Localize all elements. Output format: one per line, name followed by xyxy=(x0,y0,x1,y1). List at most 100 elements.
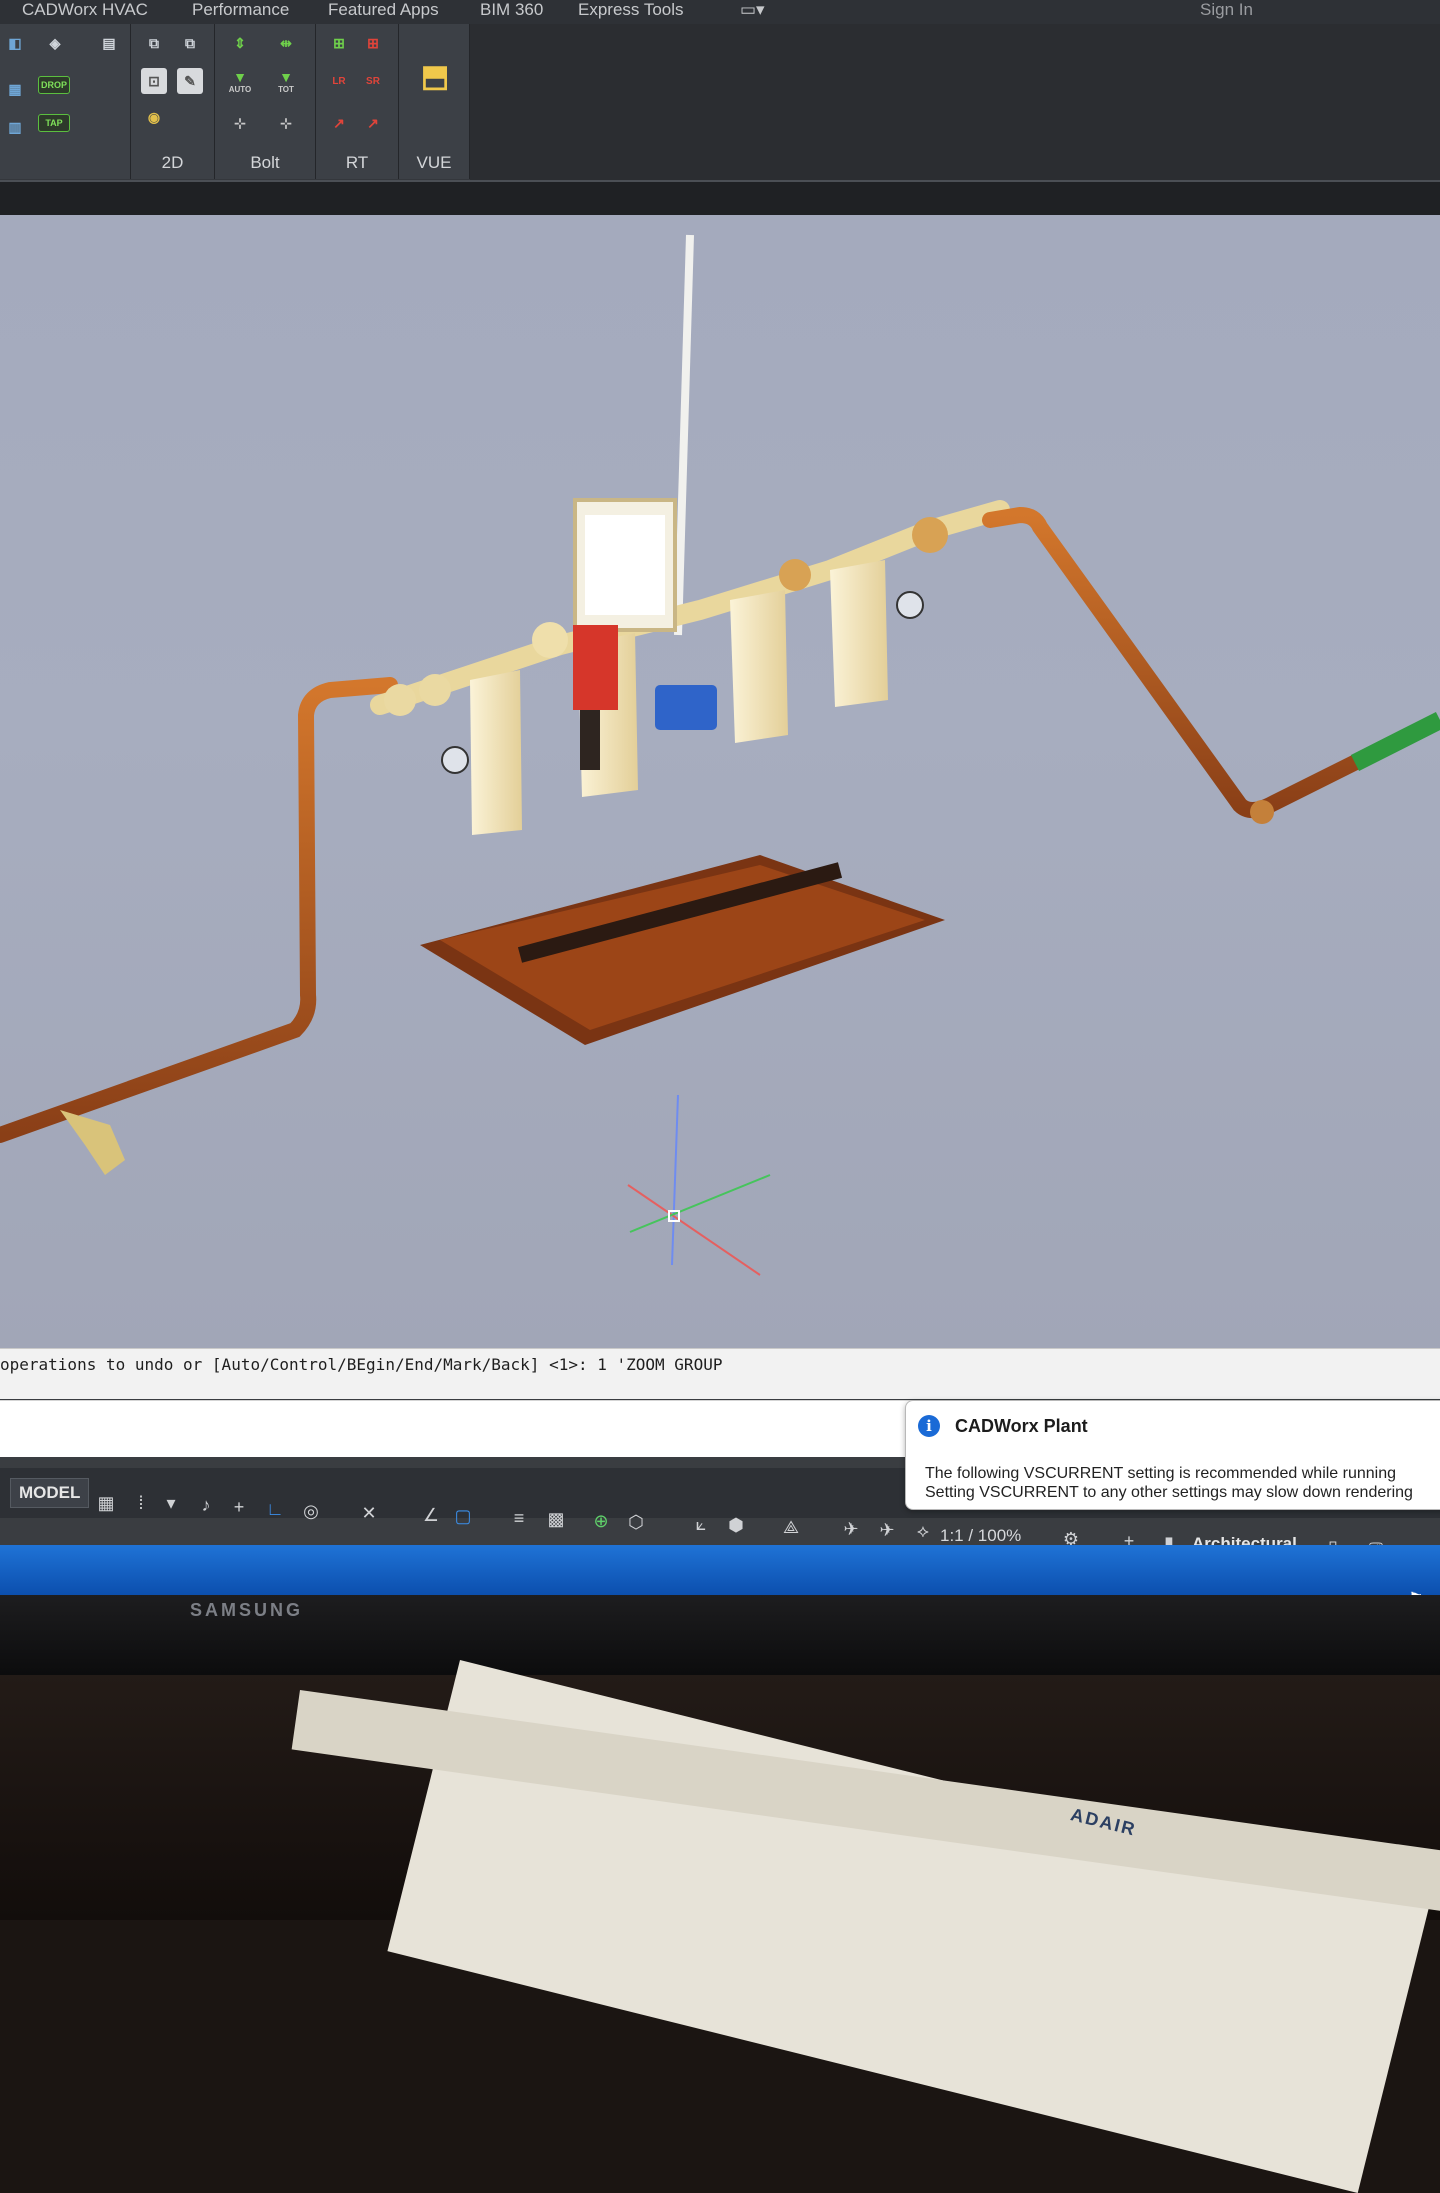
tot-button[interactable]: ▼ TOT xyxy=(273,68,299,94)
point-cloud-scene xyxy=(0,234,1440,1276)
tool-icon[interactable]: ◉ xyxy=(141,104,167,130)
annotation-scale[interactable]: 1:1 / 100% xyxy=(940,1526,1021,1546)
3d-osnap-icon[interactable]: ⬡ xyxy=(625,1511,647,1533)
tot-label: TOT xyxy=(278,84,294,94)
valve xyxy=(779,559,811,591)
taskbar xyxy=(0,1545,1440,1595)
tool-icon[interactable]: ⧉ xyxy=(177,30,203,56)
tab-bim-360[interactable]: BIM 360 xyxy=(480,0,543,20)
tool-icon[interactable]: ✎ xyxy=(177,68,203,94)
monitor-brand: SAMSUNG xyxy=(190,1600,304,1620)
otrack-icon[interactable]: ▢ xyxy=(452,1505,474,1527)
meter-panel xyxy=(470,670,522,835)
dropdown-icon[interactable]: ▾ xyxy=(160,1492,182,1514)
green-pipe xyxy=(1350,711,1440,772)
annotation-monitor-icon[interactable]: ⟁ xyxy=(780,1516,802,1538)
panel-title-vue: VUE xyxy=(416,153,452,172)
annotation-scale-icon[interactable]: ⟡ xyxy=(912,1520,934,1542)
left-pipe xyxy=(0,677,398,1143)
info-icon: i xyxy=(918,1415,940,1437)
notification-line-1: The following VSCURRENT setting is recom… xyxy=(925,1465,1397,1482)
tool-icon[interactable]: ⇹ xyxy=(273,30,299,56)
annotation-visibility-icon[interactable]: ✈ xyxy=(840,1518,862,1540)
meter-panel xyxy=(830,560,888,707)
panel-title-bolt: Bolt xyxy=(250,153,280,172)
ortho-icon[interactable]: ∟ xyxy=(264,1498,286,1520)
panel-left: ◧ ◈ ▤ ▦ ▥ DROP TAP xyxy=(0,24,131,179)
polar-icon[interactable]: ◎ xyxy=(300,1500,322,1522)
ribbon-empty-area xyxy=(470,24,1440,184)
transparency-icon[interactable]: ▩ xyxy=(545,1508,567,1530)
model-space-button[interactable]: MODEL xyxy=(10,1478,90,1508)
snap-icon[interactable]: ⁞ xyxy=(130,1492,152,1514)
drop-button[interactable]: DROP xyxy=(38,76,70,94)
fitting xyxy=(1250,800,1274,824)
tool-icon[interactable]: ↗ xyxy=(360,110,386,136)
panel-vue: ⬒ VUE xyxy=(399,24,470,179)
tool-icon[interactable]: ⊡ xyxy=(141,68,167,94)
tool-icon[interactable]: ⧉ xyxy=(141,30,167,56)
model-viewport[interactable] xyxy=(0,215,1440,1355)
panel-2d: ⧉ ⧉ ⊡ ✎ ◉ 2D xyxy=(131,24,215,179)
tab-featured-apps[interactable]: Featured Apps xyxy=(328,0,439,20)
osnap-icon[interactable]: ✕ xyxy=(358,1502,380,1524)
monitor: CADWorx HVAC Performance Featured Apps B… xyxy=(0,0,1440,1675)
panel-rt: ⊞ ⊞ LR SR ↗ ↗ RT xyxy=(316,24,399,179)
tool-icon[interactable]: ⇕ xyxy=(227,30,253,56)
tool-icon[interactable]: ↗ xyxy=(326,110,352,136)
red-device xyxy=(573,625,618,710)
pipe-support xyxy=(60,1110,125,1175)
notification-line-2: Setting VSCURRENT to any other settings … xyxy=(925,1484,1413,1501)
tool-icon[interactable]: ▥ xyxy=(2,114,28,140)
auto-button[interactable]: ▼ AUTO xyxy=(227,68,253,94)
panel-title-rt: RT xyxy=(345,153,369,172)
screen: CADWorx HVAC Performance Featured Apps B… xyxy=(0,0,1440,1595)
blue-actuator xyxy=(655,685,717,730)
tool-icon[interactable]: ⊞ xyxy=(360,30,386,56)
lineweight-icon[interactable]: ≡ xyxy=(508,1507,530,1529)
pressure-gauge xyxy=(896,591,924,619)
pressure-gauge xyxy=(441,746,469,774)
autoscale-icon[interactable]: ✈ xyxy=(876,1519,898,1541)
lr-button[interactable]: LR xyxy=(326,68,352,94)
sign-in-link[interactable]: Sign In xyxy=(1200,0,1253,20)
vue-export-icon[interactable]: ⬒ xyxy=(413,54,457,98)
command-history-text: operations to undo or [Auto/Control/BEgi… xyxy=(0,1355,723,1374)
meter-panel xyxy=(730,590,788,743)
tab-cadworx-hvac[interactable]: CADWorx HVAC xyxy=(22,0,148,20)
valve xyxy=(532,622,568,658)
tool-icon[interactable]: ⊹ xyxy=(273,110,299,136)
infer-icon[interactable]: ♪ xyxy=(195,1494,217,1516)
tool-icon[interactable]: ▦ xyxy=(2,76,28,102)
tool-icon[interactable]: ⊞ xyxy=(326,30,352,56)
tool-icon[interactable]: ▤ xyxy=(96,30,122,56)
valve xyxy=(912,517,948,553)
valve xyxy=(419,674,451,706)
ucs-toggle-icon[interactable]: ⟀ xyxy=(690,1513,712,1535)
tap-button[interactable]: TAP xyxy=(38,114,70,132)
grid-icon[interactable]: ▦ xyxy=(95,1492,117,1514)
selection-cycling-icon[interactable]: ⊕ xyxy=(590,1510,612,1532)
file-tab-strip xyxy=(0,180,1440,220)
ribbon-tab-bar: CADWorx HVAC Performance Featured Apps B… xyxy=(0,0,1440,24)
valve xyxy=(384,684,416,716)
ucs-icon xyxy=(627,1094,771,1276)
tab-performance[interactable]: Performance xyxy=(192,0,289,20)
right-pipe xyxy=(982,506,1368,818)
sr-button[interactable]: SR xyxy=(360,68,386,94)
workspace-dropdown-icon[interactable]: ▭▾ xyxy=(740,0,765,20)
tool-icon[interactable]: ⊹ xyxy=(227,110,253,136)
device-bracket xyxy=(580,710,600,770)
auto-label: AUTO xyxy=(228,84,252,94)
panel-title-2d: 2D xyxy=(161,153,184,172)
notification-title: CADWorx Plant xyxy=(955,1416,1088,1436)
gizmo-icon[interactable]: ⬢ xyxy=(725,1514,747,1536)
control-box-face xyxy=(585,515,665,615)
panel-bolt: ⇕ ⇹ ▼ AUTO ▼ TOT ⊹ ⊹ Bolt xyxy=(215,24,316,179)
tab-express-tools[interactable]: Express Tools xyxy=(578,0,684,20)
dynamic-input-icon[interactable]: + xyxy=(228,1496,250,1518)
flag-icon[interactable]: ⚑ xyxy=(1405,1588,1427,1596)
tool-icon[interactable]: ◈ xyxy=(42,30,68,56)
tool-icon[interactable]: ◧ xyxy=(2,30,28,56)
isodraft-icon[interactable]: ∠ xyxy=(420,1504,442,1526)
